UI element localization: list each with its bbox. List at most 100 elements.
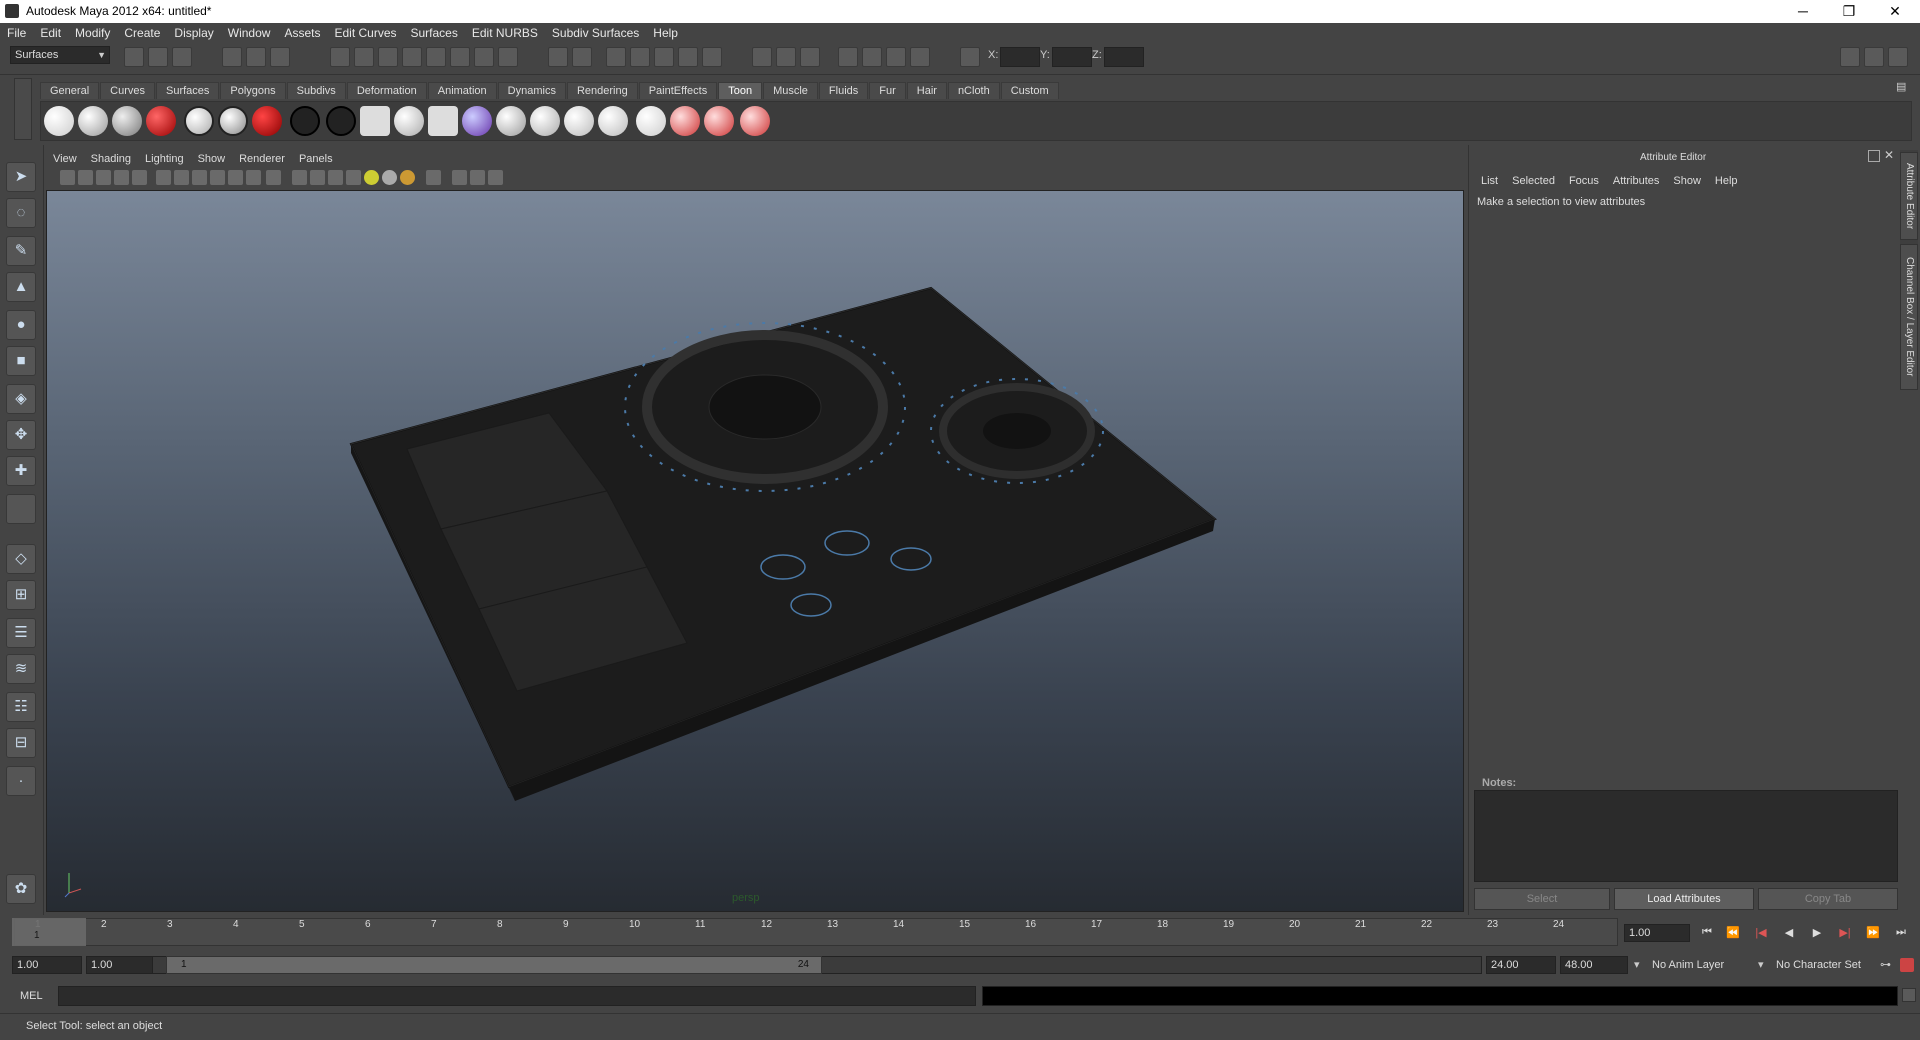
tab-hair[interactable]: Hair	[906, 82, 947, 99]
menuset-dropdown[interactable]: Surfaces ▼	[10, 46, 110, 64]
tab-dynamics[interactable]: Dynamics	[497, 82, 566, 99]
current-frame-marker[interactable]: 1	[12, 918, 86, 946]
close-panel-icon[interactable]: ✕	[1884, 148, 1898, 162]
four-pane-layout-icon[interactable]: ⊞	[6, 580, 36, 610]
ae-menu-list[interactable]: List	[1474, 175, 1505, 187]
go-to-start-button[interactable]: ⏮	[1696, 926, 1718, 942]
float-panel-icon[interactable]	[1868, 150, 1880, 162]
menu-surfaces[interactable]: Surfaces	[404, 23, 465, 40]
move-tool-icon[interactable]: ▲	[6, 272, 36, 302]
anim-layer-dropdown[interactable]: No Anim Layer	[1652, 959, 1724, 971]
ae-menu-attributes[interactable]: Attributes	[1606, 175, 1666, 187]
more-layouts-icon[interactable]: ·	[6, 766, 36, 796]
isolate-select-icon[interactable]	[452, 170, 467, 185]
paint-effects-icon[interactable]: ✿	[6, 874, 36, 904]
toon-fill-grey-icon[interactable]	[112, 106, 142, 136]
minimize-button[interactable]: ─	[1780, 0, 1826, 23]
panel-menu-panels[interactable]: Panels	[292, 153, 340, 165]
toon-reverse-icon[interactable]	[394, 106, 424, 136]
select-tool-icon[interactable]: ➤	[6, 162, 36, 192]
toon-fill-red-icon[interactable]	[146, 106, 176, 136]
tab-subdivs[interactable]: Subdivs	[286, 82, 346, 99]
toon-line-icon[interactable]	[496, 106, 526, 136]
tab-ncloth[interactable]: nCloth	[947, 82, 1000, 99]
toon-outline-white-icon[interactable]	[184, 106, 214, 136]
select-object-icon[interactable]	[246, 47, 266, 67]
render-settings-icon[interactable]	[654, 47, 674, 67]
hypershade-icon[interactable]	[678, 47, 698, 67]
toon-pencil-icon[interactable]	[636, 106, 666, 136]
poly-icon[interactable]	[910, 47, 930, 67]
hypershade-layout-icon[interactable]: ⊟	[6, 728, 36, 758]
menu-edit-nurbs[interactable]: Edit NURBS	[465, 23, 545, 40]
end-time-field[interactable]: 48.00	[1560, 956, 1628, 974]
image-plane-icon[interactable]	[114, 170, 129, 185]
playback-start-field[interactable]: 1.00	[86, 956, 154, 974]
tab-polygons[interactable]: Polygons	[220, 82, 286, 99]
grid-icon[interactable]	[156, 170, 171, 185]
save-scene-icon[interactable]	[172, 47, 192, 67]
z-field[interactable]	[1104, 47, 1144, 67]
toon-outline-red-icon[interactable]	[252, 106, 282, 136]
snap-point-icon[interactable]	[378, 47, 398, 67]
toon-fill-white-icon[interactable]	[44, 106, 74, 136]
menu-display[interactable]: Display	[167, 23, 220, 40]
step-forward-frame-button[interactable]: ▶|	[1834, 926, 1856, 942]
shelf-menu-handle[interactable]	[14, 78, 32, 140]
snap-live-icon[interactable]	[426, 47, 446, 67]
select-camera-icon[interactable]	[572, 47, 592, 67]
select-camera-icon[interactable]	[60, 170, 75, 185]
menu-modify[interactable]: Modify	[68, 23, 117, 40]
snap-grid-icon[interactable]	[330, 47, 350, 67]
notes-field[interactable]	[1474, 790, 1898, 882]
tab-animation[interactable]: Animation	[427, 82, 497, 99]
share-icon[interactable]	[488, 170, 503, 185]
playback-end-field[interactable]: 24.00	[1486, 956, 1556, 974]
anim-preferences-icon[interactable]	[1900, 958, 1914, 972]
tab-fur[interactable]: Fur	[869, 82, 906, 99]
close-button[interactable]: ✕	[1872, 0, 1918, 23]
toon-crease-icon[interactable]	[326, 106, 356, 136]
resolution-gate-icon[interactable]	[192, 170, 207, 185]
snap-curve-icon[interactable]	[354, 47, 374, 67]
copy-tab-button[interactable]: Copy Tab	[1758, 888, 1898, 910]
panel-menu-lighting[interactable]: Lighting	[138, 153, 191, 165]
construction-icon[interactable]	[474, 47, 494, 67]
snap-plane-icon[interactable]	[402, 47, 422, 67]
lock-icon[interactable]	[548, 47, 568, 67]
select-component-icon[interactable]	[270, 47, 290, 67]
toon-stripe-a-icon[interactable]	[670, 106, 700, 136]
toon-lines-icon[interactable]	[530, 106, 560, 136]
render-view-icon[interactable]	[702, 47, 722, 67]
film-gate-icon[interactable]	[174, 170, 189, 185]
start-time-field[interactable]: 1.00	[12, 956, 82, 974]
gate-mask-icon[interactable]	[210, 170, 225, 185]
toon-pen-icon[interactable]	[598, 106, 628, 136]
anim-layer-dropdown-icon[interactable]: ▾	[1634, 958, 1640, 971]
manipulator-tool-icon[interactable]: ◈	[6, 384, 36, 414]
y-field[interactable]	[1052, 47, 1092, 67]
script-editor-icon[interactable]	[1902, 988, 1916, 1002]
x-field[interactable]	[1000, 47, 1040, 67]
tab-fluids[interactable]: Fluids	[818, 82, 869, 99]
textured-icon[interactable]	[346, 170, 361, 185]
step-back-frame-button[interactable]: |◀	[1750, 926, 1772, 942]
current-time-field[interactable]: 1.00	[1624, 924, 1690, 942]
relative-transform-icon[interactable]	[960, 47, 980, 67]
menu-edit-curves[interactable]: Edit Curves	[327, 23, 403, 40]
xray-icon[interactable]	[426, 170, 441, 185]
shape-icon[interactable]	[862, 47, 882, 67]
toon-fill-shade-icon[interactable]	[78, 106, 108, 136]
new-scene-icon[interactable]	[124, 47, 144, 67]
toggle-attribute-editor-icon[interactable]	[1840, 47, 1860, 67]
menu-create[interactable]: Create	[117, 23, 167, 40]
command-input[interactable]	[58, 986, 976, 1006]
menu-window[interactable]: Window	[221, 23, 278, 40]
menu-file[interactable]: File	[0, 23, 33, 40]
bookmark-icon[interactable]	[96, 170, 111, 185]
tab-toon[interactable]: Toon	[718, 82, 763, 99]
toon-profile-icon[interactable]	[290, 106, 320, 136]
play-backwards-button[interactable]: ◀	[1778, 926, 1800, 942]
help-icon[interactable]	[498, 47, 518, 67]
layer-icon[interactable]	[800, 47, 820, 67]
